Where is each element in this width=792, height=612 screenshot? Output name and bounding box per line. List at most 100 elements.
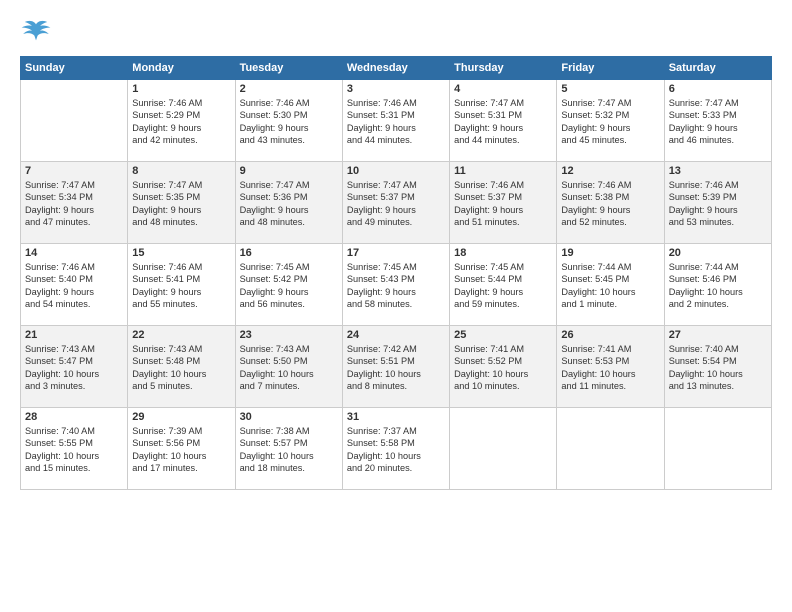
day-info: Sunrise: 7:41 AMSunset: 5:53 PMDaylight:… [561, 343, 659, 393]
calendar-header: SundayMondayTuesdayWednesdayThursdayFrid… [21, 57, 772, 80]
calendar-cell [664, 408, 771, 490]
day-info: Sunrise: 7:46 AMSunset: 5:39 PMDaylight:… [669, 179, 767, 229]
calendar-cell [450, 408, 557, 490]
calendar-cell: 17 Sunrise: 7:45 AMSunset: 5:43 PMDayligh… [342, 244, 449, 326]
day-number: 18 [454, 247, 552, 259]
day-info: Sunrise: 7:45 AMSunset: 5:42 PMDaylight:… [240, 261, 338, 311]
day-info: Sunrise: 7:45 AMSunset: 5:44 PMDaylight:… [454, 261, 552, 311]
calendar-cell: 4 Sunrise: 7:47 AMSunset: 5:31 PMDaylight… [450, 80, 557, 162]
day-info: Sunrise: 7:43 AMSunset: 5:50 PMDaylight:… [240, 343, 338, 393]
weekday-tuesday: Tuesday [235, 57, 342, 80]
week-row-0: 1Sunrise: 7:46 AMSunset: 5:29 PMDaylight… [21, 80, 772, 162]
day-number: 10 [347, 165, 445, 177]
day-info: Sunrise: 7:47 AMSunset: 5:31 PMDaylight:… [454, 97, 552, 147]
day-number: 3 [347, 83, 445, 95]
calendar-cell: 30Sunrise: 7:38 AMSunset: 5:57 PMDayligh… [235, 408, 342, 490]
day-number: 20 [669, 247, 767, 259]
day-info: Sunrise: 7:47 AMSunset: 5:32 PMDaylight:… [561, 97, 659, 147]
calendar-cell: 16 Sunrise: 7:45 AMSunset: 5:42 PMDayligh… [235, 244, 342, 326]
calendar-cell: 25 Sunrise: 7:41 AMSunset: 5:52 PMDayligh… [450, 326, 557, 408]
week-row-2: 14 Sunrise: 7:46 AMSunset: 5:40 PMDayligh… [21, 244, 772, 326]
weekday-wednesday: Wednesday [342, 57, 449, 80]
calendar-cell: 14 Sunrise: 7:46 AMSunset: 5:40 PMDayligh… [21, 244, 128, 326]
day-number: 21 [25, 329, 123, 341]
day-number: 14 [25, 247, 123, 259]
day-number: 12 [561, 165, 659, 177]
day-info: Sunrise: 7:46 AMSunset: 5:38 PMDaylight:… [561, 179, 659, 229]
calendar-cell: 21Sunrise: 7:43 AMSunset: 5:47 PMDayligh… [21, 326, 128, 408]
day-number: 29 [132, 411, 230, 423]
logo-svg [20, 18, 52, 46]
calendar-cell: 11 Sunrise: 7:46 AMSunset: 5:37 PMDayligh… [450, 162, 557, 244]
calendar-table: SundayMondayTuesdayWednesdayThursdayFrid… [20, 56, 772, 490]
week-row-1: 7 Sunrise: 7:47 AMSunset: 5:34 PMDaylight… [21, 162, 772, 244]
day-info: Sunrise: 7:47 AMSunset: 5:36 PMDaylight:… [240, 179, 338, 229]
calendar-cell: 7 Sunrise: 7:47 AMSunset: 5:34 PMDaylight… [21, 162, 128, 244]
day-info: Sunrise: 7:47 AMSunset: 5:37 PMDaylight:… [347, 179, 445, 229]
day-info: Sunrise: 7:40 AMSunset: 5:55 PMDaylight:… [25, 425, 123, 475]
day-info: Sunrise: 7:46 AMSunset: 5:30 PMDaylight:… [240, 97, 338, 147]
calendar-cell: 12 Sunrise: 7:46 AMSunset: 5:38 PMDayligh… [557, 162, 664, 244]
calendar-cell: 26 Sunrise: 7:41 AMSunset: 5:53 PMDayligh… [557, 326, 664, 408]
day-number: 31 [347, 411, 445, 423]
day-info: Sunrise: 7:45 AMSunset: 5:43 PMDaylight:… [347, 261, 445, 311]
day-number: 28 [25, 411, 123, 423]
day-info: Sunrise: 7:46 AMSunset: 5:37 PMDaylight:… [454, 179, 552, 229]
day-number: 19 [561, 247, 659, 259]
day-info: Sunrise: 7:42 AMSunset: 5:51 PMDaylight:… [347, 343, 445, 393]
day-number: 24 [347, 329, 445, 341]
weekday-monday: Monday [128, 57, 235, 80]
day-number: 7 [25, 165, 123, 177]
day-number: 11 [454, 165, 552, 177]
day-number: 5 [561, 83, 659, 95]
day-number: 9 [240, 165, 338, 177]
weekday-sunday: Sunday [21, 57, 128, 80]
day-number: 4 [454, 83, 552, 95]
calendar-cell: 18 Sunrise: 7:45 AMSunset: 5:44 PMDayligh… [450, 244, 557, 326]
day-info: Sunrise: 7:46 AMSunset: 5:41 PMDaylight:… [132, 261, 230, 311]
calendar-body: 1Sunrise: 7:46 AMSunset: 5:29 PMDaylight… [21, 80, 772, 490]
calendar-cell [21, 80, 128, 162]
day-number: 8 [132, 165, 230, 177]
calendar-cell: 3 Sunrise: 7:46 AMSunset: 5:31 PMDaylight… [342, 80, 449, 162]
day-info: Sunrise: 7:44 AMSunset: 5:45 PMDaylight:… [561, 261, 659, 311]
weekday-saturday: Saturday [664, 57, 771, 80]
day-info: Sunrise: 7:47 AMSunset: 5:33 PMDaylight:… [669, 97, 767, 147]
calendar-cell [557, 408, 664, 490]
calendar-cell: 24 Sunrise: 7:42 AMSunset: 5:51 PMDayligh… [342, 326, 449, 408]
calendar-cell: 20 Sunrise: 7:44 AMSunset: 5:46 PMDayligh… [664, 244, 771, 326]
calendar-cell: 22 Sunrise: 7:43 AMSunset: 5:48 PMDayligh… [128, 326, 235, 408]
day-number: 22 [132, 329, 230, 341]
calendar-cell: 13 Sunrise: 7:46 AMSunset: 5:39 PMDayligh… [664, 162, 771, 244]
day-info: Sunrise: 7:37 AMSunset: 5:58 PMDaylight:… [347, 425, 445, 475]
calendar-cell: 19 Sunrise: 7:44 AMSunset: 5:45 PMDayligh… [557, 244, 664, 326]
day-info: Sunrise: 7:44 AMSunset: 5:46 PMDaylight:… [669, 261, 767, 311]
calendar-cell: 8 Sunrise: 7:47 AMSunset: 5:35 PMDaylight… [128, 162, 235, 244]
week-row-4: 28 Sunrise: 7:40 AMSunset: 5:55 PMDayligh… [21, 408, 772, 490]
calendar-cell: 23 Sunrise: 7:43 AMSunset: 5:50 PMDayligh… [235, 326, 342, 408]
day-info: Sunrise: 7:46 AMSunset: 5:29 PMDaylight:… [132, 97, 230, 147]
day-info: Sunrise: 7:46 AMSunset: 5:31 PMDaylight:… [347, 97, 445, 147]
day-info: Sunrise: 7:41 AMSunset: 5:52 PMDaylight:… [454, 343, 552, 393]
day-number: 6 [669, 83, 767, 95]
day-info: Sunrise: 7:47 AMSunset: 5:34 PMDaylight:… [25, 179, 123, 229]
calendar-cell: 15Sunrise: 7:46 AMSunset: 5:41 PMDayligh… [128, 244, 235, 326]
day-info: Sunrise: 7:47 AMSunset: 5:35 PMDaylight:… [132, 179, 230, 229]
calendar-cell: 2Sunrise: 7:46 AMSunset: 5:30 PMDaylight… [235, 80, 342, 162]
day-number: 26 [561, 329, 659, 341]
day-number: 17 [347, 247, 445, 259]
day-info: Sunrise: 7:46 AMSunset: 5:40 PMDaylight:… [25, 261, 123, 311]
calendar-cell: 1Sunrise: 7:46 AMSunset: 5:29 PMDaylight… [128, 80, 235, 162]
day-number: 23 [240, 329, 338, 341]
day-number: 30 [240, 411, 338, 423]
calendar-cell: 9 Sunrise: 7:47 AMSunset: 5:36 PMDaylight… [235, 162, 342, 244]
day-number: 25 [454, 329, 552, 341]
day-info: Sunrise: 7:40 AMSunset: 5:54 PMDaylight:… [669, 343, 767, 393]
calendar-cell: 31 Sunrise: 7:37 AMSunset: 5:58 PMDayligh… [342, 408, 449, 490]
day-number: 16 [240, 247, 338, 259]
day-info: Sunrise: 7:43 AMSunset: 5:48 PMDaylight:… [132, 343, 230, 393]
weekday-friday: Friday [557, 57, 664, 80]
day-info: Sunrise: 7:39 AMSunset: 5:56 PMDaylight:… [132, 425, 230, 475]
day-number: 13 [669, 165, 767, 177]
calendar-cell: 5 Sunrise: 7:47 AMSunset: 5:32 PMDaylight… [557, 80, 664, 162]
